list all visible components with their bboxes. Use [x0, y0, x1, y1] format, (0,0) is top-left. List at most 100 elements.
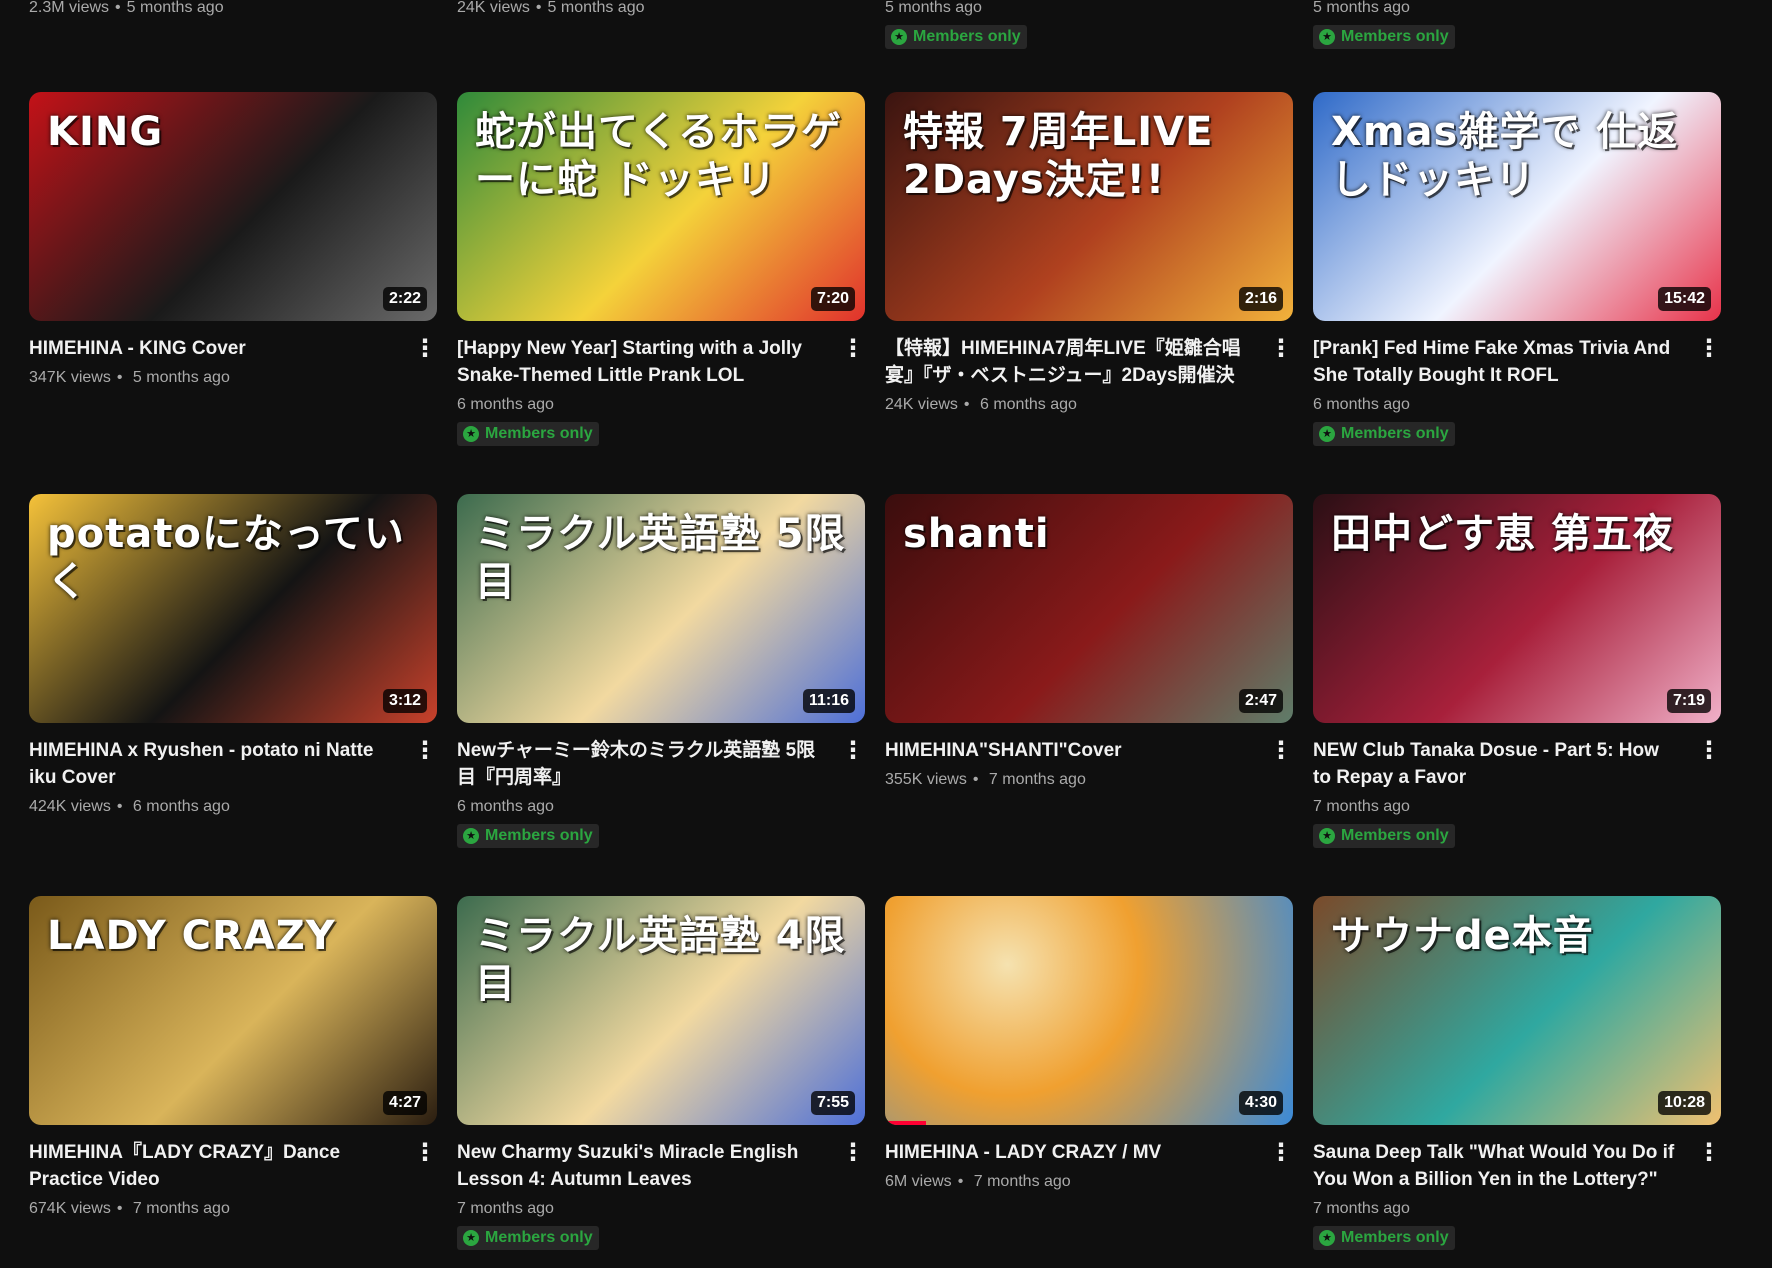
video-thumbnail[interactable]: KING 2:22 [29, 92, 437, 321]
video-title[interactable]: HIMEHINA『LADY CRAZY』Dance Practice Video [29, 1139, 437, 1193]
members-star-icon: ★ [463, 1230, 479, 1246]
video-title[interactable]: HIMEHINA - KING Cover [29, 335, 437, 362]
view-count: 674K views [29, 1200, 111, 1217]
more-actions-icon[interactable]: ⋮ [1269, 1139, 1293, 1166]
video-thumbnail[interactable]: ミラクル英語塾 5限目 11:16 [457, 494, 865, 723]
members-only-label: Members only [1341, 827, 1449, 844]
video-meta: 355K views • 7 months ago [885, 768, 1293, 792]
video-card[interactable]: ミラクル英語塾 4限目 7:55 New Charmy Suzuki's Mir… [457, 896, 865, 1250]
video-card[interactable]: potatoになっていく 3:12 HIMEHINA x Ryushen - p… [29, 494, 437, 819]
duration-badge: 7:55 [810, 1091, 855, 1115]
video-title[interactable]: NEW Club Tanaka Dosue - Part 5: How to R… [1313, 737, 1721, 791]
members-only-badge: ★ Members only [457, 824, 599, 848]
view-count: 6M views [885, 1173, 952, 1190]
separator: • [116, 1200, 123, 1217]
partial-card-4: 5 months ago ★ Members only [1313, 0, 1721, 49]
upload-age: 5 months ago [547, 0, 645, 16]
video-card[interactable]: 特報 7周年LIVE 2Days決定!! 2:16 【特報】HIMEHINA7周… [885, 92, 1293, 417]
video-meta: 424K views • 6 months ago [29, 795, 437, 819]
video-title[interactable]: HIMEHINA"SHANTI"Cover [885, 737, 1293, 764]
more-actions-icon[interactable]: ⋮ [413, 737, 437, 764]
video-title[interactable]: HIMEHINA x Ryushen - potato ni Natte iku… [29, 737, 437, 791]
video-thumbnail[interactable]: ミラクル英語塾 4限目 7:55 [457, 896, 865, 1125]
duration-badge: 15:42 [1658, 287, 1711, 311]
video-thumbnail[interactable]: サウナde本音 10:28 [1313, 896, 1721, 1125]
more-actions-icon[interactable]: ⋮ [1697, 335, 1721, 362]
video-card[interactable]: 田中どす恵 第五夜 7:19 NEW Club Tanaka Dosue - P… [1313, 494, 1721, 848]
video-card[interactable]: KING 2:22 HIMEHINA - KING Cover ⋮ 347K v… [29, 92, 437, 390]
thumbnail-caption: Xmas雑学で 仕返しドッキリ [1331, 109, 1679, 203]
video-card[interactable]: 蛇が出てくるホラゲーに蛇 ドッキリ 7:20 [Happy New Year] … [457, 92, 865, 446]
video-meta: 5 months ago [885, 0, 1293, 20]
upload-age: 6 months ago [457, 798, 554, 815]
video-meta: 6M views • 7 months ago [885, 1170, 1293, 1194]
video-title[interactable]: [Happy New Year] Starting with a Jolly S… [457, 335, 865, 389]
duration-badge: 2:22 [382, 287, 427, 311]
partial-card-2: 24K views • 5 months ago [457, 0, 865, 20]
members-only-badge: ★ Members only [885, 25, 1027, 49]
video-thumbnail[interactable]: Xmas雑学で 仕返しドッキリ 15:42 [1313, 92, 1721, 321]
video-title[interactable]: Newチャーミー鈴木のミラクル英語塾 5限目『円周率』 [457, 737, 865, 791]
video-details: HIMEHINA - KING Cover ⋮ 347K views • 5 mo… [29, 321, 437, 390]
video-meta: 674K views • 7 months ago [29, 1197, 437, 1221]
video-card[interactable]: shanti 2:47 HIMEHINA"SHANTI"Cover ⋮ 355K… [885, 494, 1293, 792]
video-title[interactable]: Sauna Deep Talk "What Would You Do if Yo… [1313, 1139, 1721, 1193]
more-actions-icon[interactable]: ⋮ [1269, 737, 1293, 764]
upload-age: 6 months ago [979, 396, 1077, 413]
separator: • [972, 771, 979, 788]
duration-badge: 7:19 [1666, 689, 1711, 713]
duration-badge: 2:16 [1238, 287, 1283, 311]
members-only-label: Members only [485, 827, 593, 844]
view-count: 424K views [29, 798, 111, 815]
thumbnail-caption: potatoになっていく [47, 511, 405, 605]
video-details: Newチャーミー鈴木のミラクル英語塾 5限目『円周率』 ⋮ 6 months a… [457, 723, 865, 848]
partial-card-3: 5 months ago ★ Members only [885, 0, 1293, 49]
more-actions-icon[interactable]: ⋮ [413, 335, 437, 362]
video-thumbnail[interactable]: 田中どす恵 第五夜 7:19 [1313, 494, 1721, 723]
video-title[interactable]: 【特報】HIMEHINA7周年LIVE『姫雛合唱宴』『ザ・ベストニジュー』2Da… [885, 335, 1293, 389]
more-actions-icon[interactable]: ⋮ [1697, 1139, 1721, 1166]
more-actions-icon[interactable]: ⋮ [841, 737, 865, 764]
video-meta: 347K views • 5 months ago [29, 366, 437, 390]
thumbnail-caption: 田中どす恵 第五夜 [1331, 511, 1674, 557]
video-thumbnail[interactable]: LADY CRAZY 4:27 [29, 896, 437, 1125]
members-star-icon: ★ [1319, 426, 1335, 442]
video-card[interactable]: サウナde本音 10:28 Sauna Deep Talk "What Woul… [1313, 896, 1721, 1250]
upload-age: 5 months ago [1313, 0, 1410, 16]
video-thumbnail[interactable]: 特報 7周年LIVE 2Days決定!! 2:16 [885, 92, 1293, 321]
members-star-icon: ★ [463, 426, 479, 442]
video-card[interactable]: LADY CRAZY 4:27 HIMEHINA『LADY CRAZY』Danc… [29, 896, 437, 1221]
video-title[interactable]: New Charmy Suzuki's Miracle English Less… [457, 1139, 865, 1193]
duration-badge: 10:28 [1658, 1091, 1711, 1115]
members-star-icon: ★ [1319, 29, 1335, 45]
view-count: 24K views [885, 396, 958, 413]
video-card[interactable]: ミラクル英語塾 5限目 11:16 Newチャーミー鈴木のミラクル英語塾 5限目… [457, 494, 865, 848]
more-actions-icon[interactable]: ⋮ [413, 1139, 437, 1166]
video-details: HIMEHINA『LADY CRAZY』Dance Practice Video… [29, 1125, 437, 1221]
video-title[interactable]: HIMEHINA - LADY CRAZY / MV [885, 1139, 1293, 1166]
members-only-label: Members only [485, 1229, 593, 1246]
video-thumbnail[interactable]: shanti 2:47 [885, 494, 1293, 723]
video-title[interactable]: [Prank] Fed Hime Fake Xmas Trivia And Sh… [1313, 335, 1721, 389]
more-actions-icon[interactable]: ⋮ [841, 1139, 865, 1166]
video-thumbnail[interactable]: potatoになっていく 3:12 [29, 494, 437, 723]
video-details: HIMEHINA - LADY CRAZY / MV ⋮ 6M views • 7… [885, 1125, 1293, 1194]
video-thumbnail[interactable]: 4:30 [885, 896, 1293, 1125]
thumbnail-caption: ミラクル英語塾 5限目 [475, 511, 846, 605]
video-details: [Happy New Year] Starting with a Jolly S… [457, 321, 865, 446]
video-meta: 6 months ago [1313, 393, 1721, 417]
video-card[interactable]: Xmas雑学で 仕返しドッキリ 15:42 [Prank] Fed Hime F… [1313, 92, 1721, 446]
more-actions-icon[interactable]: ⋮ [1697, 737, 1721, 764]
upload-age: 7 months ago [132, 1200, 230, 1217]
upload-age: 6 months ago [457, 396, 554, 413]
upload-age: 7 months ago [988, 771, 1086, 788]
video-details: HIMEHINA x Ryushen - potato ni Natte iku… [29, 723, 437, 819]
more-actions-icon[interactable]: ⋮ [1269, 335, 1293, 362]
thumbnail-caption: 蛇が出てくるホラゲーに蛇 ドッキリ [475, 109, 842, 203]
video-thumbnail[interactable]: 蛇が出てくるホラゲーに蛇 ドッキリ 7:20 [457, 92, 865, 321]
members-only-label: Members only [485, 425, 593, 442]
more-actions-icon[interactable]: ⋮ [841, 335, 865, 362]
video-meta: 24K views • 6 months ago [885, 393, 1293, 417]
separator: • [116, 798, 123, 815]
video-card[interactable]: 4:30 HIMEHINA - LADY CRAZY / MV ⋮ 6M vie… [885, 896, 1293, 1194]
